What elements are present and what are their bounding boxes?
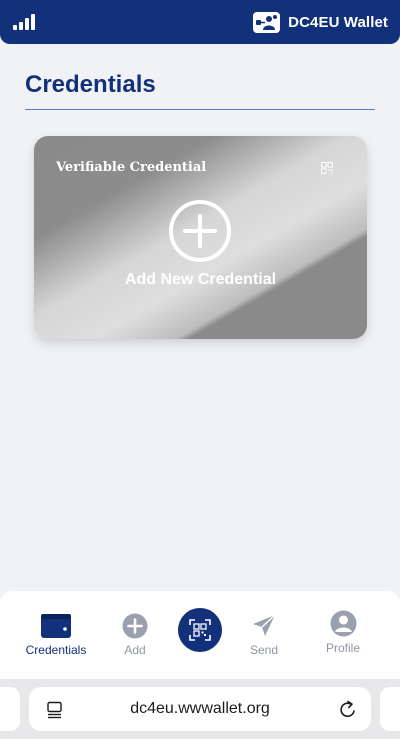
wallet-icon bbox=[41, 614, 71, 638]
title-divider bbox=[25, 109, 375, 110]
card-title: Verifiable Credential bbox=[56, 160, 207, 175]
send-icon bbox=[253, 614, 276, 636]
add-credential-label: Add New Credential bbox=[124, 271, 277, 288]
nav-credentials-label: Credentials bbox=[25, 643, 87, 657]
browser-toolbar: dc4eu.wwwallet.org bbox=[0, 679, 400, 739]
next-tab[interactable] bbox=[380, 687, 400, 731]
nav-add-label: Add bbox=[124, 643, 146, 657]
address-bar[interactable]: dc4eu.wwwallet.org bbox=[29, 687, 371, 731]
qr-code-icon bbox=[321, 162, 333, 174]
plus-circle-icon bbox=[169, 200, 231, 262]
previous-tab[interactable] bbox=[0, 687, 20, 731]
scan-qr-button[interactable] bbox=[178, 608, 222, 652]
dc4eu-logo-icon bbox=[253, 11, 281, 33]
qr-scan-icon bbox=[189, 619, 211, 641]
url-text: dc4eu.wwwallet.org bbox=[130, 700, 270, 717]
nav-profile[interactable]: Profile bbox=[303, 607, 383, 655]
app-name: DC4EU Wallet bbox=[288, 13, 388, 31]
profile-icon bbox=[330, 610, 356, 637]
nav-send-label: Send bbox=[249, 643, 279, 657]
nav-credentials[interactable]: Credentials bbox=[16, 609, 96, 657]
add-credential-card[interactable]: Verifiable Credential Add New Credential bbox=[34, 136, 367, 339]
app-header: DC4EU Wallet bbox=[0, 0, 400, 44]
add-circle-icon bbox=[122, 613, 148, 639]
nav-add[interactable]: Add bbox=[95, 609, 175, 657]
nav-send[interactable]: Send bbox=[224, 609, 304, 657]
nav-profile-label: Profile bbox=[325, 641, 360, 655]
brand[interactable]: DC4EU Wallet bbox=[253, 10, 388, 34]
signal-bars-icon bbox=[13, 13, 39, 30]
reload-icon[interactable] bbox=[339, 700, 357, 719]
bottom-nav: Credentials Add Send Profile bbox=[0, 591, 400, 679]
page-title: Credentials bbox=[25, 71, 156, 98]
